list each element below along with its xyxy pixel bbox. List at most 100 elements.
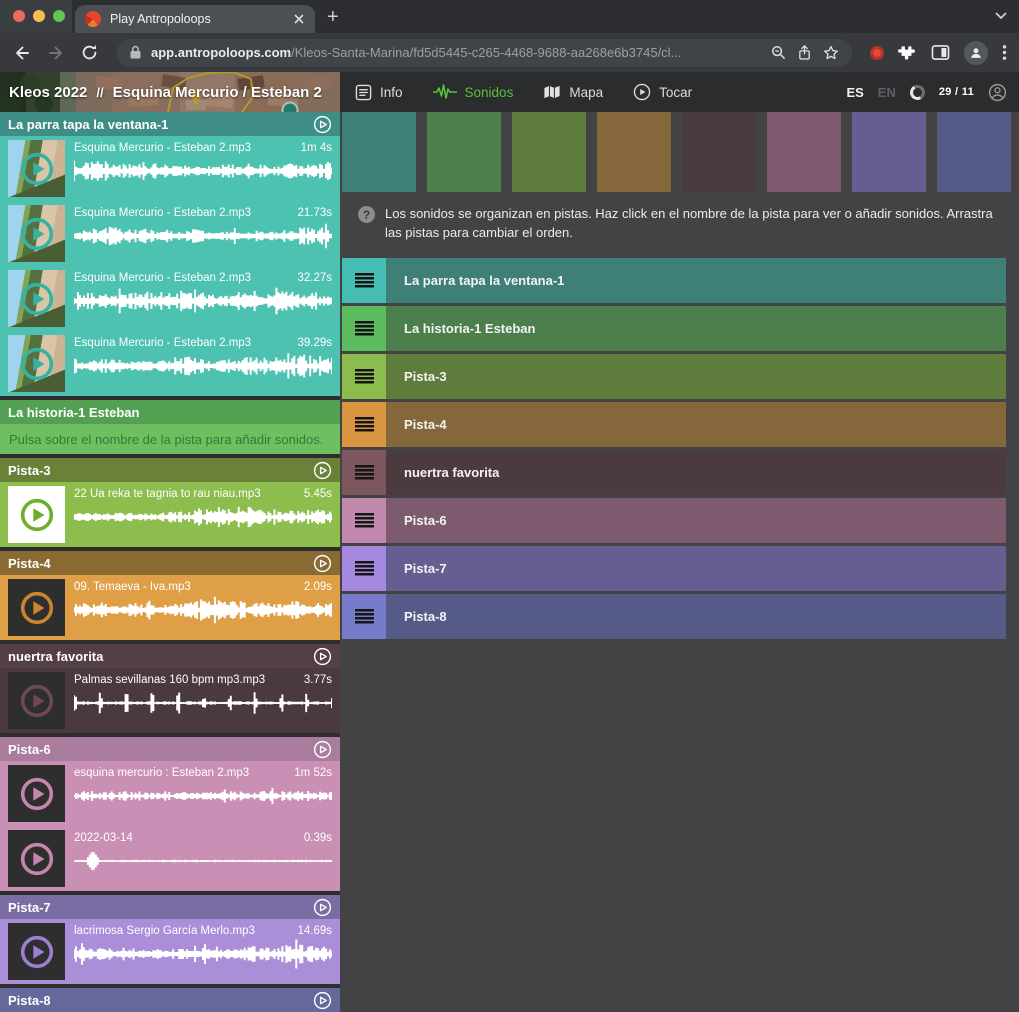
bookmark-star-icon[interactable]	[822, 44, 840, 62]
clip-play-icon[interactable]	[17, 344, 57, 384]
audio-clip[interactable]: Esquina Mercurio - Esteban 2.mp3 21.73s	[0, 201, 340, 266]
track-header[interactable]: nuertra favorita	[0, 644, 340, 668]
track-header[interactable]: Pista-4	[0, 551, 340, 575]
clip-play-icon[interactable]	[17, 839, 57, 879]
clip-thumbnail[interactable]	[8, 270, 65, 327]
audio-clip[interactable]: Palmas sevillanas 160 bpm mp3.mp3 3.77s	[0, 668, 340, 733]
clip-waveform[interactable]	[74, 939, 332, 969]
zoom-page-icon[interactable]	[770, 44, 787, 61]
clip-thumbnail[interactable]	[8, 486, 65, 543]
play-track-icon[interactable]	[313, 740, 332, 759]
account-icon[interactable]	[988, 83, 1007, 102]
track-row[interactable]: Pista-6	[342, 498, 1006, 543]
clip-play-icon[interactable]	[17, 932, 57, 972]
clip-waveform[interactable]	[74, 502, 332, 532]
audio-clip[interactable]: Esquina Mercurio - Esteban 2.mp3 1m 4s	[0, 136, 340, 201]
extensions-puzzle-icon[interactable]	[898, 43, 917, 62]
tab-sonidos[interactable]: Sonidos	[433, 84, 514, 100]
lang-en[interactable]: EN	[878, 85, 896, 100]
close-window-button[interactable]	[13, 10, 25, 22]
clip-play-icon[interactable]	[17, 588, 57, 628]
tab-mapa[interactable]: Mapa	[543, 84, 603, 100]
drag-handle[interactable]	[342, 498, 386, 543]
track-header[interactable]: Pista-6	[0, 737, 340, 761]
audio-clip[interactable]: 2022-03-14 0.39s	[0, 826, 340, 891]
play-track-icon[interactable]	[313, 115, 332, 134]
clip-thumbnail[interactable]	[8, 335, 65, 392]
track-row[interactable]: Pista-8	[342, 594, 1006, 639]
address-bar[interactable]: app.antropoloops.com/Kleos-Santa-Marina/…	[117, 39, 852, 67]
clip-waveform[interactable]	[74, 156, 332, 186]
track-header[interactable]: Pista-8	[0, 988, 340, 1012]
track-row[interactable]: Pista-4	[342, 402, 1006, 447]
drag-handle[interactable]	[342, 546, 386, 591]
tab-info[interactable]: Info	[355, 84, 403, 101]
audio-clip[interactable]: 09. Temaeva - Iva.mp3 2.09s	[0, 575, 340, 640]
clip-thumbnail[interactable]	[8, 765, 65, 822]
track-row[interactable]: Pista-7	[342, 546, 1006, 591]
play-track-icon[interactable]	[313, 991, 332, 1010]
drag-handle[interactable]	[342, 450, 386, 495]
forward-icon[interactable]	[46, 43, 66, 63]
share-icon[interactable]	[796, 44, 813, 62]
drag-handle[interactable]	[342, 594, 386, 639]
play-track-icon[interactable]	[313, 647, 332, 666]
clip-waveform[interactable]	[74, 286, 332, 316]
audio-clip[interactable]: 22 Ua reka te tagnia to rau niau.mp3 5.4…	[0, 482, 340, 547]
clip-play-icon[interactable]	[17, 149, 57, 189]
play-track-icon[interactable]	[313, 898, 332, 917]
clip-play-icon[interactable]	[17, 774, 57, 814]
tab-close-icon[interactable]	[293, 13, 305, 25]
new-tab-button[interactable]: +	[327, 6, 339, 29]
track-header[interactable]: La historia-1 Esteban	[0, 400, 340, 424]
side-panel-icon[interactable]	[931, 44, 950, 61]
play-track-icon[interactable]	[313, 554, 332, 573]
audio-clip[interactable]: lacrimosa Sergio García Merlo.mp3 14.69s	[0, 919, 340, 984]
track-header[interactable]: Pista-7	[0, 895, 340, 919]
track-header[interactable]: Pista-3	[0, 458, 340, 482]
browser-menu-icon[interactable]	[1002, 44, 1007, 61]
clip-thumbnail[interactable]	[8, 923, 65, 980]
clip-play-icon[interactable]	[17, 214, 57, 254]
zoom-window-button[interactable]	[53, 10, 65, 22]
clip-thumbnail[interactable]	[8, 205, 65, 262]
lock-icon[interactable]	[129, 45, 142, 60]
clip-waveform[interactable]	[74, 781, 332, 811]
clip-thumbnail[interactable]	[8, 140, 65, 197]
clip-play-icon[interactable]	[17, 495, 57, 535]
chevron-down-icon[interactable]	[993, 8, 1009, 24]
drag-handle[interactable]	[342, 402, 386, 447]
clip-waveform[interactable]	[74, 688, 332, 718]
play-track-icon[interactable]	[313, 461, 332, 480]
drag-handle[interactable]	[342, 354, 386, 399]
track-row[interactable]: nuertra favorita	[342, 450, 1006, 495]
drag-handle[interactable]	[342, 306, 386, 351]
drag-handle[interactable]	[342, 258, 386, 303]
clip-play-icon[interactable]	[17, 279, 57, 319]
lang-es[interactable]: ES	[846, 85, 863, 100]
clip-thumbnail[interactable]	[8, 579, 65, 636]
clip-waveform[interactable]	[74, 846, 332, 876]
minimize-window-button[interactable]	[33, 10, 45, 22]
browser-tab[interactable]: Play Antropoloops	[75, 5, 315, 33]
audio-clip[interactable]: esquina mercurio : Esteban 2.mp3 1m 52s	[0, 761, 340, 826]
clip-play-icon[interactable]	[17, 681, 57, 721]
clip-waveform[interactable]	[74, 595, 332, 625]
reload-icon[interactable]	[80, 43, 99, 62]
clip-waveform[interactable]	[74, 221, 332, 251]
clip-thumbnail[interactable]	[8, 672, 65, 729]
tab-tocar[interactable]: Tocar	[633, 83, 692, 101]
track-row[interactable]: La parra tapa la ventana-1	[342, 258, 1006, 303]
track-row[interactable]: Pista-3	[342, 354, 1006, 399]
clip-waveform[interactable]	[74, 351, 332, 381]
project-name[interactable]: Kleos 2022	[9, 84, 87, 101]
audio-clip[interactable]: Esquina Mercurio - Esteban 2.mp3 39.29s	[0, 331, 340, 396]
window-controls[interactable]	[13, 10, 65, 22]
clip-thumbnail[interactable]	[8, 830, 65, 887]
audio-clip[interactable]: Esquina Mercurio - Esteban 2.mp3 32.27s	[0, 266, 340, 331]
track-header[interactable]: La parra tapa la ventana-1	[0, 112, 340, 136]
browser-profile-avatar[interactable]	[964, 41, 988, 65]
record-indicator-icon[interactable]	[870, 46, 884, 60]
url-text[interactable]: app.antropoloops.com/Kleos-Santa-Marina/…	[151, 45, 761, 60]
back-icon[interactable]	[12, 43, 32, 63]
